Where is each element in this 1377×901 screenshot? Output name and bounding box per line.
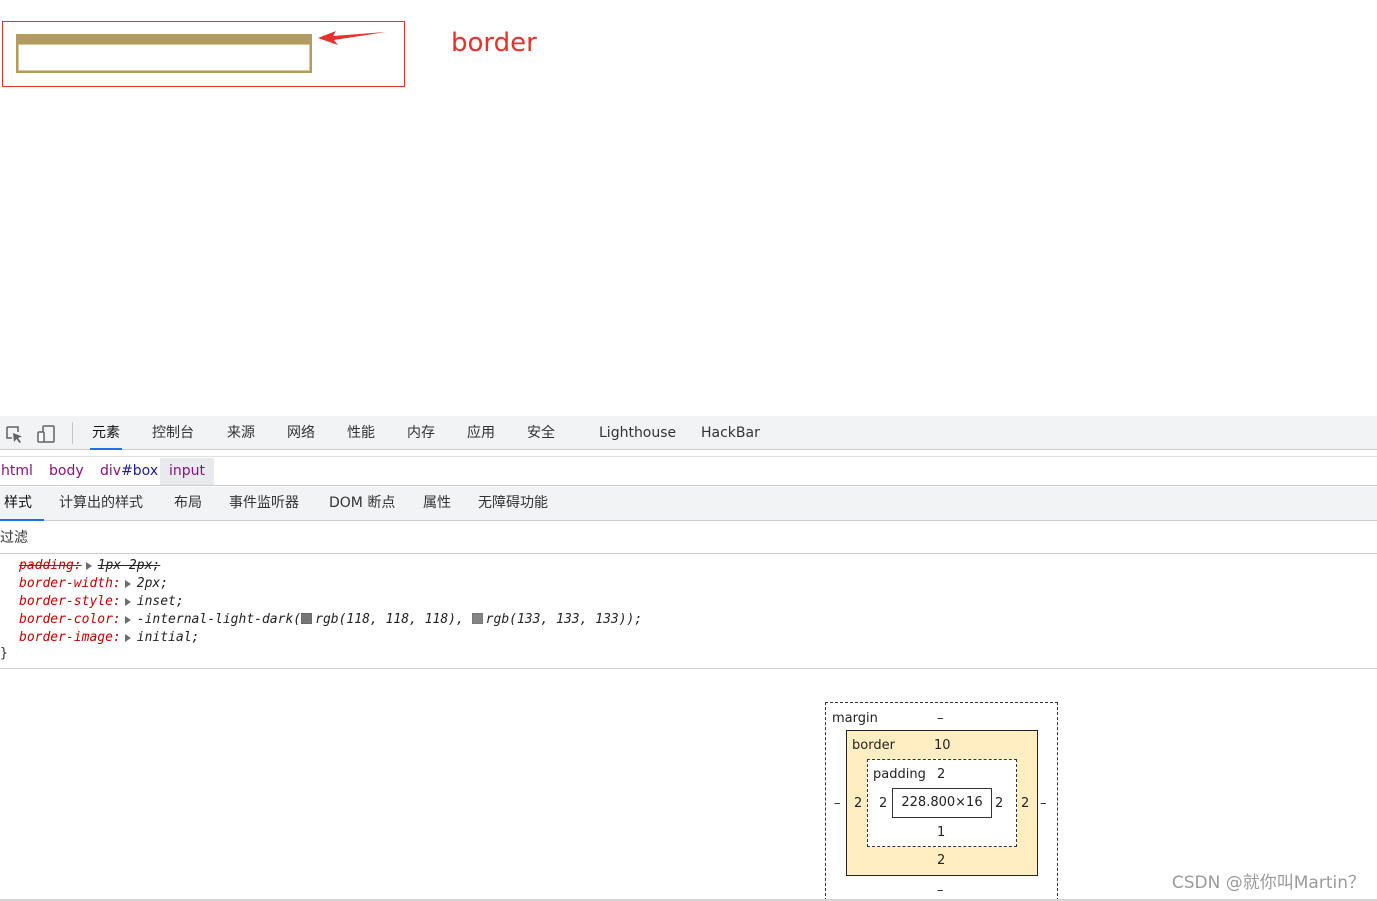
tab-memory[interactable]: 内存: [407, 416, 435, 450]
styles-pane: padding: 1px 2px; border-width: 2px; borde…: [0, 555, 1377, 667]
box-model-margin-right[interactable]: –: [1040, 796, 1047, 812]
subtab-event-listeners[interactable]: 事件监听器: [229, 487, 299, 520]
rule-close-brace: }: [0, 646, 8, 661]
subtab-accessibility[interactable]: 无障碍功能: [478, 487, 548, 520]
annotation-label: border: [451, 28, 537, 58]
subtab-dom-breakpoints[interactable]: DOM 断点: [329, 487, 395, 520]
style-value-color-2: rgb(133, 133, 133));: [485, 612, 643, 627]
dom-tree-edge: [0, 451, 1377, 457]
page-viewport: border: [0, 0, 1377, 416]
subtab-properties[interactable]: 属性: [423, 487, 451, 520]
style-value: initial;: [136, 630, 200, 645]
csdn-watermark: CSDN @就你叫Martin？: [1171, 873, 1365, 893]
devtools-tab-bar: 元素 控制台 来源 网络 性能 内存 应用 安全 Lighthouse Hack…: [0, 416, 1377, 450]
style-value-color-1: rgb(118, 118, 118),: [315, 612, 464, 627]
styles-pane-divider: [0, 668, 1377, 669]
tab-application[interactable]: 应用: [467, 416, 495, 450]
filter-input[interactable]: [0, 528, 300, 548]
tab-console[interactable]: 控制台: [152, 416, 194, 450]
box-model-border-layer: border 10 2 2 2 padding 2 2 2 1 228.800×…: [846, 730, 1038, 876]
styles-subtab-bar: 样式 计算出的样式 布局 事件监听器 DOM 断点 属性 无障碍功能: [0, 487, 1377, 521]
box-model-padding-layer: padding 2 2 2 1 228.800×16: [867, 759, 1017, 847]
tab-performance[interactable]: 性能: [347, 416, 375, 450]
style-property: border-style:: [19, 594, 121, 609]
breadcrumb-input[interactable]: input: [160, 458, 215, 485]
box-model-margin-label: margin: [832, 711, 878, 726]
annotation-arrow-icon: [318, 31, 386, 45]
box-model-margin-bottom[interactable]: –: [937, 883, 944, 899]
style-property: padding:: [19, 558, 82, 573]
tab-lighthouse[interactable]: Lighthouse: [599, 416, 676, 450]
box-model-content-size[interactable]: 228.800×16: [892, 788, 992, 818]
subtab-computed[interactable]: 计算出的样式: [59, 487, 143, 520]
tab-sources[interactable]: 来源: [227, 416, 255, 450]
breadcrumb: html body div#box input: [0, 458, 1377, 486]
toolbar-divider: [72, 422, 73, 444]
style-value: 1px 2px;: [97, 558, 161, 573]
style-property: border-color:: [19, 612, 121, 627]
style-declaration-border-style[interactable]: border-style: inset;: [19, 593, 184, 611]
box-model-border-right[interactable]: 2: [1021, 796, 1029, 812]
expand-triangle-icon[interactable]: [124, 615, 131, 624]
box-model-padding-top[interactable]: 2: [937, 767, 945, 783]
color-swatch[interactable]: [471, 613, 483, 624]
box-model-padding-right[interactable]: 2: [995, 796, 1003, 812]
color-swatch[interactable]: [301, 613, 313, 624]
expand-triangle-icon[interactable]: [124, 597, 131, 606]
box-model-border-left[interactable]: 2: [854, 796, 862, 812]
tab-network[interactable]: 网络: [287, 416, 315, 450]
box-model-border-top[interactable]: 10: [934, 738, 951, 754]
style-declaration-border-color[interactable]: border-color: -internal-light-dark( rgb(11…: [19, 611, 642, 629]
box-model-padding-label: padding: [873, 767, 926, 782]
tab-security[interactable]: 安全: [527, 416, 555, 450]
breadcrumb-div-id: #box: [121, 463, 159, 479]
demo-input-field[interactable]: [16, 34, 312, 73]
breadcrumb-body[interactable]: body: [48, 458, 85, 485]
box-model-border-bottom[interactable]: 2: [937, 853, 945, 869]
tab-hackbar[interactable]: HackBar: [701, 416, 760, 450]
box-model-diagram: margin – – – – border 10 2 2 2 padding 2…: [825, 702, 1058, 901]
style-value-prefix: -internal-light-dark(: [136, 612, 302, 627]
box-model-padding-bottom[interactable]: 1: [937, 825, 945, 841]
breadcrumb-div-tag: div: [100, 463, 122, 479]
devtools-panel: 元素 控制台 来源 网络 性能 内存 应用 安全 Lighthouse Hack…: [0, 416, 1377, 901]
style-declaration-border-width[interactable]: border-width: 2px;: [19, 575, 168, 593]
subtab-styles[interactable]: 样式: [0, 487, 44, 521]
style-declaration-padding[interactable]: padding: 1px 2px;: [19, 557, 160, 575]
box-model-margin-left[interactable]: –: [834, 796, 841, 812]
box-model-margin-top[interactable]: –: [937, 711, 944, 727]
box-model-border-label: border: [852, 738, 895, 753]
tab-elements[interactable]: 元素: [90, 416, 122, 450]
breadcrumb-div-box[interactable]: div#box: [99, 458, 159, 485]
breadcrumb-html[interactable]: html: [0, 458, 34, 485]
style-property: border-width:: [19, 576, 121, 591]
style-value: 2px;: [136, 576, 169, 591]
box-model-padding-left[interactable]: 2: [879, 796, 887, 812]
device-toolbar-icon[interactable]: [36, 424, 56, 444]
subtab-layout[interactable]: 布局: [174, 487, 202, 520]
expand-triangle-icon[interactable]: [124, 579, 131, 588]
styles-filter-bar: [0, 522, 1377, 554]
expand-triangle-icon[interactable]: [124, 633, 131, 642]
style-property: border-image:: [19, 630, 121, 645]
demo-input-inner-edge: [18, 44, 310, 71]
style-value: inset;: [136, 594, 184, 609]
inspect-element-icon[interactable]: [4, 424, 24, 444]
expand-triangle-icon[interactable]: [85, 561, 92, 570]
style-declaration-border-image[interactable]: border-image: initial;: [19, 629, 199, 647]
